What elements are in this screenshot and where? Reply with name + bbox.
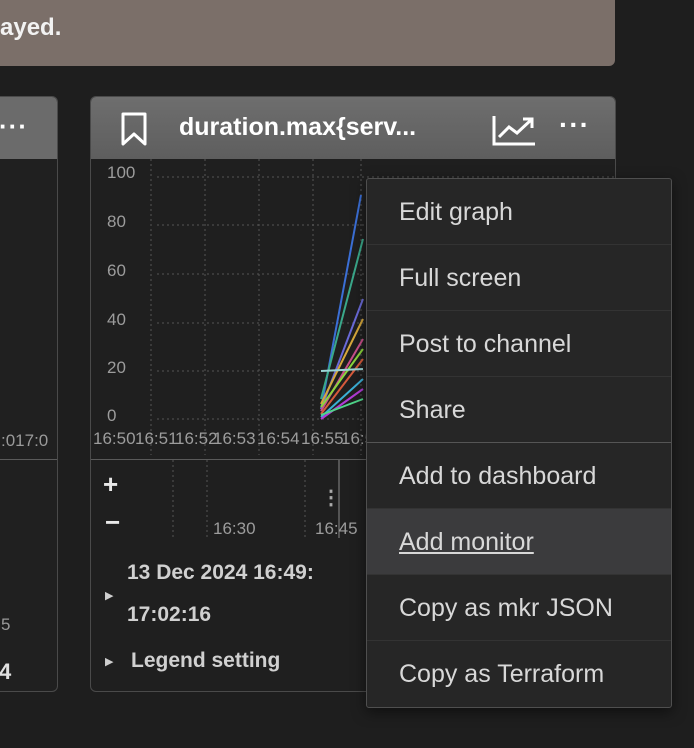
menu-item-share[interactable]: Share (367, 377, 671, 443)
more-icon[interactable]: ··· (0, 111, 28, 142)
graph-panel-header: duration.max{serv... ··· (91, 97, 615, 159)
menu-item-label: Post to channel (399, 330, 572, 358)
legend-setting-toggle[interactable]: Legend setting (131, 649, 280, 673)
zoom-in-button[interactable]: + (103, 469, 118, 500)
menu-item-add-to-dashboard[interactable]: Add to dashboard (367, 443, 671, 509)
series-lines (320, 194, 364, 420)
banner-text: ayed. (0, 14, 62, 41)
y-label: 80 (107, 212, 126, 231)
x-tick: 16:51 (135, 429, 178, 448)
x-tick: 16:53 (213, 429, 256, 448)
more-options-icon[interactable]: ··· (559, 109, 590, 141)
graph-icon[interactable] (491, 113, 537, 152)
y-label: 0 (107, 406, 117, 425)
graph-title: duration.max{serv... (179, 113, 417, 141)
x-tick: 16:54 (257, 429, 300, 448)
navigator-time: 16:45 (315, 519, 358, 538)
menu-item-label: Edit graph (399, 198, 513, 226)
y-label: 100 (107, 163, 136, 182)
menu-item-copy-as-terraform[interactable]: Copy as Terraform (367, 641, 671, 707)
menu-item-copy-as-mkr-json[interactable]: Copy as mkr JSON (367, 575, 671, 641)
left-panel-x-ticks: :017:0 (1, 431, 49, 450)
context-menu: Edit graph Full screen Post to channel S… (366, 178, 672, 708)
menu-item-label: Full screen (399, 264, 522, 292)
y-label: 20 (107, 358, 126, 377)
y-label: 40 (107, 310, 126, 329)
x-tick: 16:55 (301, 429, 344, 448)
menu-item-label: Share (399, 396, 466, 424)
left-graph-panel: ··· :017:0 5 4 (0, 96, 58, 692)
expand-range-icon[interactable]: ▶ (105, 589, 113, 602)
drag-handle-icon[interactable]: ⋮ (321, 485, 341, 510)
range-start: 13 Dec 2024 16:49: (127, 561, 314, 584)
x-tick: 16:52 (175, 429, 218, 448)
left-panel-plot (0, 159, 57, 460)
bookmark-icon[interactable] (119, 111, 149, 152)
menu-item-edit-graph[interactable]: Edit graph (367, 179, 671, 245)
expand-legend-icon[interactable]: ▶ (105, 655, 113, 668)
navigator-time: 16:30 (213, 519, 256, 538)
left-panel-bold-text: 4 (0, 659, 12, 684)
menu-item-add-monitor[interactable]: Add monitor (367, 509, 671, 575)
menu-item-full-screen[interactable]: Full screen (367, 245, 671, 311)
menu-item-label: Add monitor (399, 528, 534, 556)
left-panel-small-text: 5 (1, 615, 11, 634)
range-end: 17:02:16 (127, 603, 212, 626)
x-tick: 16:50 (93, 429, 136, 448)
menu-item-label: Add to dashboard (399, 462, 597, 490)
zoom-out-button[interactable]: − (105, 507, 120, 538)
y-label: 60 (107, 261, 126, 280)
menu-item-post-to-channel[interactable]: Post to channel (367, 311, 671, 377)
menu-item-label: Copy as Terraform (399, 660, 605, 688)
menu-item-label: Copy as mkr JSON (399, 594, 613, 622)
announcement-banner: ayed. (0, 0, 615, 66)
left-panel-header: ··· (0, 97, 57, 159)
